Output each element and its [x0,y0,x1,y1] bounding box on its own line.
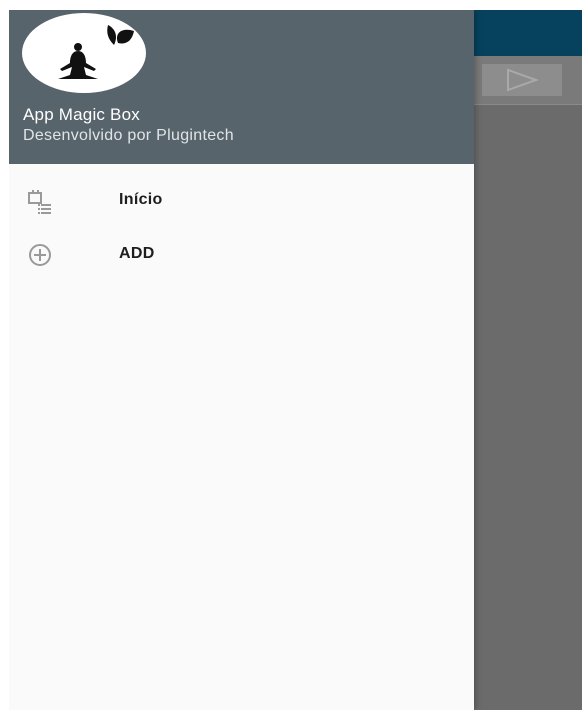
meditation-logo-icon [43,25,134,93]
play-outline-icon [507,68,539,92]
drawer-menu: Início ADD [9,174,474,282]
navigation-drawer: App Magic Box Desenvolvido por Plugintec… [9,10,474,710]
drawer-item-label: Início [119,191,163,208]
app-subtitle: Desenvolvido por Plugintech [23,127,234,144]
drawer-item-inicio[interactable]: Início [9,174,474,228]
app-title: App Magic Box [23,105,140,124]
schedule-list-icon [26,187,54,215]
background-play-button[interactable] [482,64,562,96]
screen: App Magic Box Desenvolvido por Plugintec… [9,10,582,710]
add-circle-icon [26,241,54,269]
drawer-item-label: ADD [119,245,155,262]
drawer-header: App Magic Box Desenvolvido por Plugintec… [9,10,474,164]
app-logo [22,13,146,93]
drawer-item-add[interactable]: ADD [9,228,474,282]
